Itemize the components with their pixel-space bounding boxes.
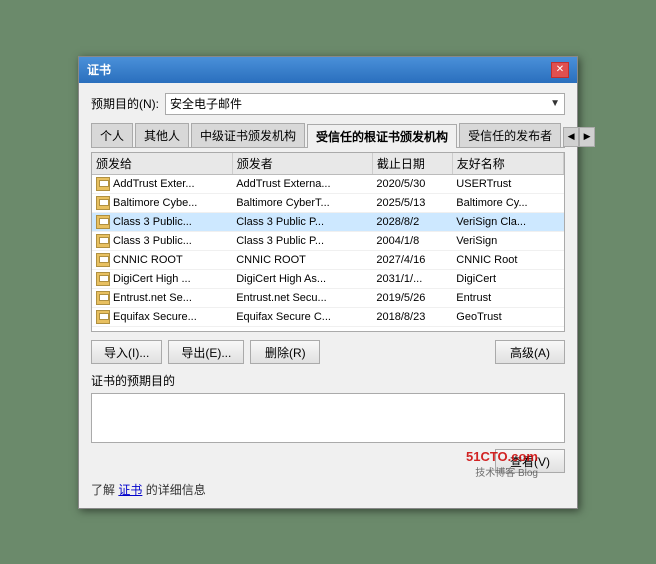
cert-purpose-label: 证书的预期目的 xyxy=(91,372,565,389)
tab-scroll-left[interactable]: ◀ xyxy=(563,127,579,147)
footer-row: 了解 证书 的详细信息 xyxy=(91,481,565,498)
cell-issuer: DigiCert High As... xyxy=(232,269,372,288)
cell-issuer: CNNIC ROOT xyxy=(232,250,372,269)
delete-button[interactable]: 删除(R) xyxy=(250,340,320,364)
cert-purpose-box xyxy=(91,393,565,443)
dropdown-value: 安全电子邮件 xyxy=(170,95,550,112)
cell-expiry: 2004/1/8 xyxy=(372,231,452,250)
cell-friendly-name: DigiCert xyxy=(452,269,563,288)
cell-expiry: 2028/8/2 xyxy=(372,212,452,231)
cell-expiry: 2025/5/13 xyxy=(372,193,452,212)
cell-expiry: 2031/1/... xyxy=(372,269,452,288)
action-buttons-row: 导入(I)... 导出(E)... 删除(R) 高级(A) xyxy=(91,340,565,364)
cell-issued-to: Baltimore Cybe... xyxy=(92,193,232,212)
cell-friendly-name: CNNIC Root xyxy=(452,250,563,269)
cell-issued-to: Entrust.net Se... xyxy=(92,288,232,307)
tab-others[interactable]: 其他人 xyxy=(135,123,189,147)
cell-issuer: AddTrust Externa... xyxy=(232,174,372,193)
export-button[interactable]: 导出(E)... xyxy=(168,340,244,364)
close-button[interactable]: ✕ xyxy=(551,62,569,78)
cell-issued-to: Class 3 Public... xyxy=(92,212,232,231)
table-row[interactable]: DigiCert High ...DigiCert High As...2031… xyxy=(92,269,564,288)
table-row[interactable]: AddTrust Exter...AddTrust Externa...2020… xyxy=(92,174,564,193)
window-body: 预期目的(N): 安全电子邮件 ▼ 个人 其他人 中级证书颁发机构 受信任的根证… xyxy=(79,83,577,508)
advanced-button[interactable]: 高级(A) xyxy=(495,340,565,364)
cell-issued-to: AddTrust Exter... xyxy=(92,174,232,193)
cell-friendly-name: Baltimore Cy... xyxy=(452,193,563,212)
tab-trusted-publisher[interactable]: 受信任的发布者 xyxy=(459,123,561,147)
cell-expiry: 2018/8/23 xyxy=(372,307,452,326)
cell-expiry: 2027/4/16 xyxy=(372,250,452,269)
tab-trusted-root[interactable]: 受信任的根证书颁发机构 xyxy=(307,124,457,148)
footer-link[interactable]: 证书 xyxy=(118,483,142,497)
purpose-label: 预期目的(N): xyxy=(91,95,159,112)
cell-issued-to: Class 3 Public... xyxy=(92,231,232,250)
table-row[interactable]: CNNIC ROOTCNNIC ROOT2027/4/16CNNIC Root xyxy=(92,250,564,269)
cell-friendly-name: VeriSign Cla... xyxy=(452,212,563,231)
purpose-dropdown[interactable]: 安全电子邮件 ▼ xyxy=(165,93,565,115)
col-friendly-name: 友好名称 xyxy=(452,153,563,175)
certificate-dialog: 证书 ✕ 预期目的(N): 安全电子邮件 ▼ 个人 其他人 中级证书颁发机构 受… xyxy=(78,56,578,509)
tabs-container: 个人 其他人 中级证书颁发机构 受信任的根证书颁发机构 受信任的发布者 ◀ ▶ xyxy=(91,123,565,148)
window-title: 证书 xyxy=(87,61,111,78)
cell-issuer: Baltimore CyberT... xyxy=(232,193,372,212)
cell-friendly-name: USERTrust xyxy=(452,174,563,193)
table-row[interactable]: Baltimore Cybe...Baltimore CyberT...2025… xyxy=(92,193,564,212)
watermark: 51CTO.com 技术博客 Blog xyxy=(466,449,538,479)
cell-issuer: Class 3 Public P... xyxy=(232,212,372,231)
footer-text-after: 的详细信息 xyxy=(146,483,206,497)
cell-friendly-name: Entrust xyxy=(452,288,563,307)
dropdown-arrow-icon: ▼ xyxy=(550,98,560,109)
tab-intermediate[interactable]: 中级证书颁发机构 xyxy=(191,123,305,147)
watermark-line1: 51CTO.com xyxy=(466,449,538,464)
cert-table-wrapper[interactable]: 颁发给 颁发者 截止日期 友好名称 AddTrust Exter...AddTr… xyxy=(91,152,565,332)
col-expiry: 截止日期 xyxy=(372,153,452,175)
table-row[interactable]: Class 3 Public...Class 3 Public P...2004… xyxy=(92,231,564,250)
cert-table-body: AddTrust Exter...AddTrust Externa...2020… xyxy=(92,174,564,326)
cell-friendly-name: GeoTrust xyxy=(452,307,563,326)
import-button[interactable]: 导入(I)... xyxy=(91,340,162,364)
table-row[interactable]: Equifax Secure...Equifax Secure C...2018… xyxy=(92,307,564,326)
tab-personal[interactable]: 个人 xyxy=(91,123,133,147)
cell-issued-to: DigiCert High ... xyxy=(92,269,232,288)
table-header-row: 颁发给 颁发者 截止日期 友好名称 xyxy=(92,153,564,175)
cell-issuer: Entrust.net Secu... xyxy=(232,288,372,307)
tab-scroll-buttons: ◀ ▶ xyxy=(563,127,595,147)
cell-expiry: 2019/5/26 xyxy=(372,288,452,307)
cell-issuer: Class 3 Public P... xyxy=(232,231,372,250)
cell-issuer: Equifax Secure C... xyxy=(232,307,372,326)
cert-table: 颁发给 颁发者 截止日期 友好名称 AddTrust Exter...AddTr… xyxy=(92,153,564,327)
cell-friendly-name: VeriSign xyxy=(452,231,563,250)
watermark-line2: 技术博客 Blog xyxy=(466,464,538,479)
purpose-row: 预期目的(N): 安全电子邮件 ▼ xyxy=(91,93,565,115)
cell-issued-to: CNNIC ROOT xyxy=(92,250,232,269)
table-row[interactable]: Entrust.net Se...Entrust.net Secu...2019… xyxy=(92,288,564,307)
footer-text-before: 了解 xyxy=(91,483,115,497)
col-issuer: 颁发者 xyxy=(232,153,372,175)
cell-issued-to: Equifax Secure... xyxy=(92,307,232,326)
table-row[interactable]: Class 3 Public...Class 3 Public P...2028… xyxy=(92,212,564,231)
title-bar: 证书 ✕ xyxy=(79,57,577,83)
tab-scroll-right[interactable]: ▶ xyxy=(579,127,595,147)
col-issued-to: 颁发给 xyxy=(92,153,232,175)
cell-expiry: 2020/5/30 xyxy=(372,174,452,193)
